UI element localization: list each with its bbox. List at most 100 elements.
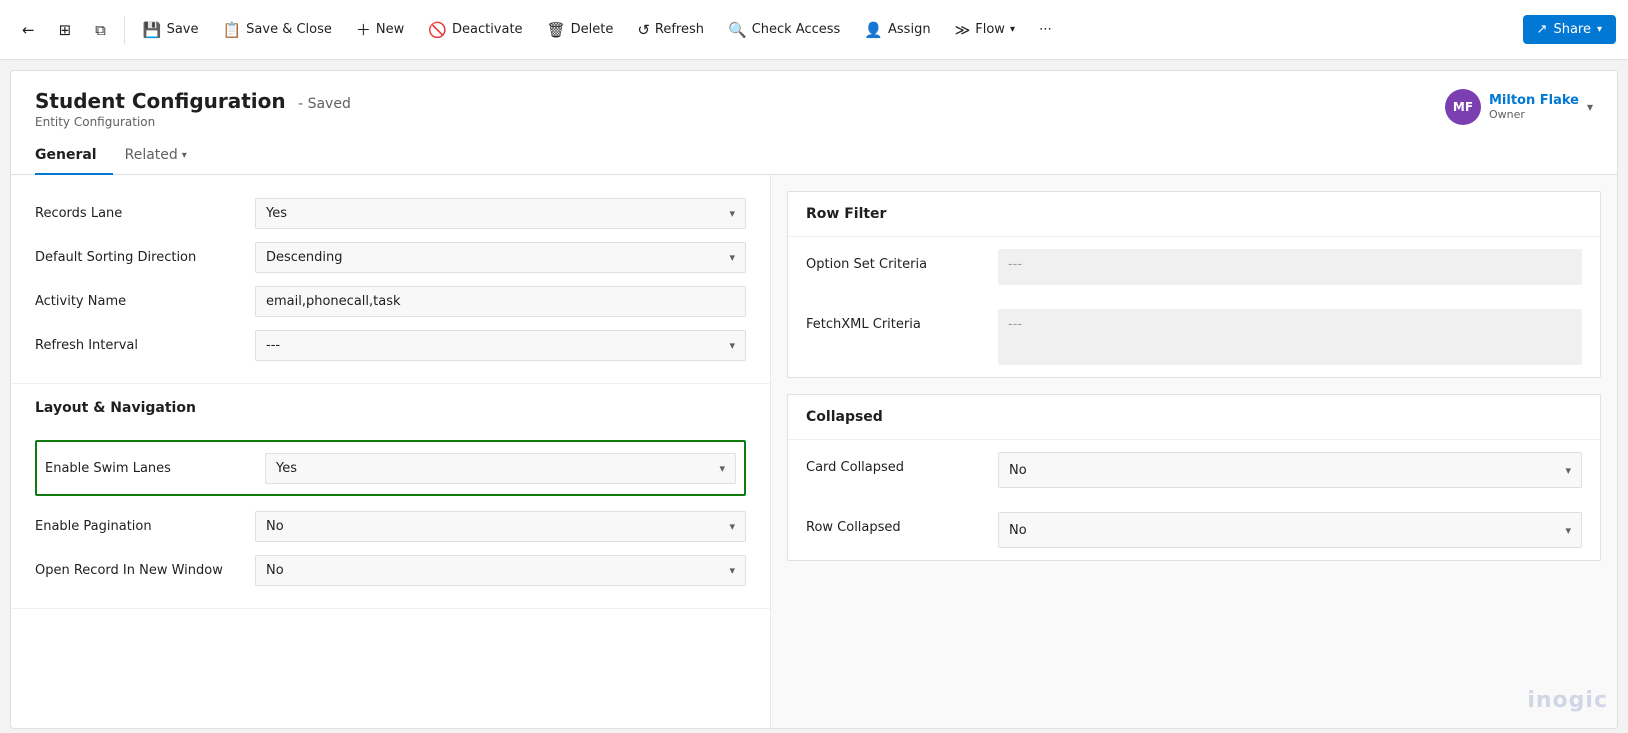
record-title-area: Student Configuration - Saved Entity Con…	[35, 89, 351, 129]
layout-section-header: Layout & Navigation	[11, 384, 770, 424]
save-close-button[interactable]: 📋 Save & Close	[212, 15, 341, 45]
field-row-sorting: Default Sorting Direction Descending ▾	[35, 235, 746, 279]
card-collapsed-val-text: No	[1009, 463, 1027, 478]
pagination-arrow-icon: ▾	[729, 520, 735, 533]
save-icon: 💾	[143, 21, 162, 39]
assign-label: Assign	[888, 22, 931, 37]
check-access-icon: 🔍	[728, 21, 747, 39]
new-icon: ＋	[356, 19, 371, 40]
option-set-val-text: ---	[1008, 257, 1022, 272]
open-record-label: Open Record In New Window	[35, 563, 255, 578]
new-button[interactable]: ＋ New	[346, 13, 414, 46]
row-filter-section: Row Filter Option Set Criteria --- Fetch…	[787, 191, 1601, 378]
sorting-val-text: Descending	[266, 250, 343, 265]
pagination-label: Enable Pagination	[35, 519, 255, 534]
records-lane-value[interactable]: Yes ▾	[255, 198, 746, 229]
field-row-refresh-interval: Refresh Interval --- ▾	[35, 323, 746, 367]
fetchxml-label: FetchXML Criteria	[806, 309, 986, 332]
divider-1	[124, 16, 125, 44]
refresh-interval-label: Refresh Interval	[35, 338, 255, 353]
left-panel: Records Lane Yes ▾ Default Sorting Direc…	[11, 175, 771, 728]
layout-section-title: Layout & Navigation	[35, 400, 196, 416]
refresh-interval-value[interactable]: --- ▾	[255, 330, 746, 361]
layout-navigation-section: Layout & Navigation Enable Swim Lanes Ye…	[11, 384, 770, 609]
row-filter-title-text: Row Filter	[806, 206, 886, 222]
fetchxml-value: ---	[998, 309, 1582, 365]
record-subtitle: Entity Configuration	[35, 115, 351, 129]
deactivate-label: Deactivate	[452, 22, 523, 37]
swim-lanes-value[interactable]: Yes ▾	[265, 453, 736, 484]
tab-related-label: Related	[125, 147, 178, 163]
save-close-label: Save & Close	[246, 22, 332, 37]
activity-name-value[interactable]: email,phonecall,task	[255, 286, 746, 317]
field-row-records-lane: Records Lane Yes ▾	[35, 191, 746, 235]
check-access-button[interactable]: 🔍 Check Access	[718, 15, 850, 45]
sorting-arrow-icon: ▾	[729, 251, 735, 264]
related-chevron-icon: ▾	[182, 150, 187, 161]
flow-label: Flow	[975, 22, 1005, 37]
sorting-label: Default Sorting Direction	[35, 250, 255, 265]
grid-icon: ⊞	[59, 21, 72, 39]
more-button[interactable]: ⋯	[1029, 16, 1062, 43]
refresh-button[interactable]: ↺ Refresh	[627, 15, 714, 45]
delete-button[interactable]: 🗑 Delete	[537, 15, 624, 45]
popup-icon: ⧉	[95, 21, 106, 39]
owner-chevron-icon[interactable]: ▾	[1587, 100, 1593, 114]
field-row-fetchxml: FetchXML Criteria ---	[788, 297, 1600, 377]
save-button[interactable]: 💾 Save	[133, 15, 209, 45]
refresh-interval-val-text: ---	[266, 338, 280, 353]
assign-icon: 👤	[864, 21, 883, 39]
activity-name-val-text: email,phonecall,task	[266, 294, 401, 309]
owner-name[interactable]: Milton Flake	[1489, 93, 1579, 108]
pagination-value[interactable]: No ▾	[255, 511, 746, 542]
flow-button[interactable]: ≫ Flow ▾	[945, 15, 1025, 45]
field-row-open-record: Open Record In New Window No ▾	[35, 548, 746, 592]
flow-icon: ≫	[955, 21, 971, 39]
share-icon: ↗	[1537, 22, 1548, 37]
swim-lanes-label: Enable Swim Lanes	[45, 461, 265, 476]
sorting-value[interactable]: Descending ▾	[255, 242, 746, 273]
tab-general[interactable]: General	[35, 139, 113, 175]
card-collapsed-value[interactable]: No ▾	[998, 452, 1582, 488]
main-container: Student Configuration - Saved Entity Con…	[10, 70, 1618, 729]
share-label: Share	[1553, 22, 1591, 37]
refresh-icon: ↺	[637, 21, 650, 39]
row-filter-title: Row Filter	[788, 192, 1600, 237]
field-row-activity-name: Activity Name email,phonecall,task	[35, 279, 746, 323]
tab-related[interactable]: Related ▾	[125, 139, 203, 175]
row-collapsed-val-text: No	[1009, 523, 1027, 538]
deactivate-icon: 🚫	[428, 21, 447, 39]
save-close-icon: 📋	[222, 21, 241, 39]
flow-chevron-icon: ▾	[1010, 24, 1015, 35]
share-button[interactable]: ↗ Share ▾	[1523, 15, 1616, 44]
page-title: Student Configuration - Saved	[35, 89, 351, 113]
field-row-pagination: Enable Pagination No ▾	[35, 504, 746, 548]
swim-lanes-val-text: Yes	[276, 461, 297, 476]
fetchxml-val-text: ---	[1008, 317, 1022, 332]
refresh-interval-arrow-icon: ▾	[729, 339, 735, 352]
toolbar: ← ⊞ ⧉ 💾 Save 📋 Save & Close ＋ New 🚫 Deac…	[0, 0, 1628, 60]
back-button[interactable]: ←	[12, 15, 45, 45]
records-lane-val-text: Yes	[266, 206, 287, 221]
deactivate-button[interactable]: 🚫 Deactivate	[418, 15, 532, 45]
owner-section: MF Milton Flake Owner ▾	[1445, 89, 1593, 125]
option-set-value: ---	[998, 249, 1582, 285]
row-collapsed-arrow-icon: ▾	[1565, 524, 1571, 537]
activity-name-label: Activity Name	[35, 294, 255, 309]
collapsed-title: Collapsed	[788, 395, 1600, 440]
option-set-label: Option Set Criteria	[806, 249, 986, 272]
popup-button[interactable]: ⧉	[85, 15, 116, 45]
open-record-value[interactable]: No ▾	[255, 555, 746, 586]
field-row-option-set: Option Set Criteria ---	[788, 237, 1600, 297]
collapsed-title-text: Collapsed	[806, 409, 883, 425]
grid-button[interactable]: ⊞	[49, 15, 82, 45]
avatar: MF	[1445, 89, 1481, 125]
back-icon: ←	[22, 21, 35, 39]
top-fields-section: Records Lane Yes ▾ Default Sorting Direc…	[11, 175, 770, 384]
row-collapsed-label: Row Collapsed	[806, 512, 986, 535]
open-record-arrow-icon: ▾	[729, 564, 735, 577]
row-collapsed-value[interactable]: No ▾	[998, 512, 1582, 548]
assign-button[interactable]: 👤 Assign	[854, 15, 940, 45]
field-row-swim-lanes-inner: Enable Swim Lanes Yes ▾	[45, 446, 736, 490]
pagination-val-text: No	[266, 519, 284, 534]
